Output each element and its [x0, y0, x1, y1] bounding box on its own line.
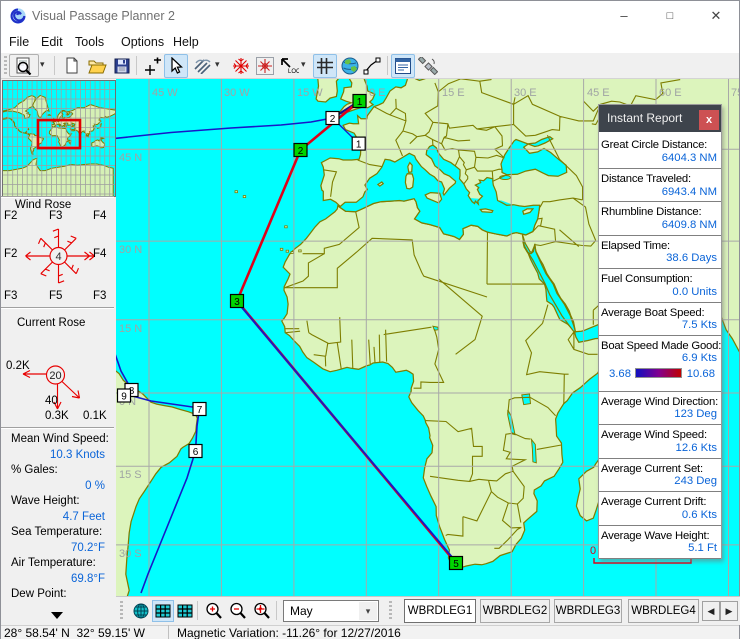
svg-text:9: 9 — [121, 391, 127, 402]
svg-text:30 E: 30 E — [514, 87, 537, 99]
svg-text:15 S: 15 S — [119, 469, 142, 481]
svg-text:45 N: 45 N — [119, 152, 142, 164]
svg-text:6: 6 — [193, 447, 199, 458]
svg-text:30 S: 30 S — [119, 548, 142, 560]
svg-text:30 W: 30 W — [224, 87, 250, 99]
svg-text:4: 4 — [55, 251, 61, 263]
svg-text:60 E: 60 E — [659, 87, 682, 99]
svg-text:20: 20 — [49, 370, 61, 382]
svg-text:7: 7 — [197, 405, 203, 416]
svg-text:45 W: 45 W — [152, 87, 178, 99]
svg-text:2: 2 — [330, 114, 336, 125]
svg-text:45 E: 45 E — [587, 87, 610, 99]
svg-text:75 E: 75 E — [731, 87, 739, 99]
svg-text:15 N: 15 N — [119, 323, 142, 335]
svg-text:3: 3 — [234, 297, 240, 308]
svg-text:2: 2 — [298, 146, 304, 157]
svg-text:0 E: 0 E — [369, 87, 386, 99]
svg-text:1: 1 — [357, 97, 363, 108]
svg-text:1: 1 — [356, 139, 362, 150]
svg-text:0: 0 — [590, 545, 596, 557]
svg-text:LOC: LOC — [288, 69, 299, 75]
svg-text:5: 5 — [453, 559, 459, 570]
svg-text:15 E: 15 E — [442, 87, 465, 99]
svg-text:15 W: 15 W — [297, 87, 323, 99]
svg-text:30 N: 30 N — [119, 244, 142, 256]
